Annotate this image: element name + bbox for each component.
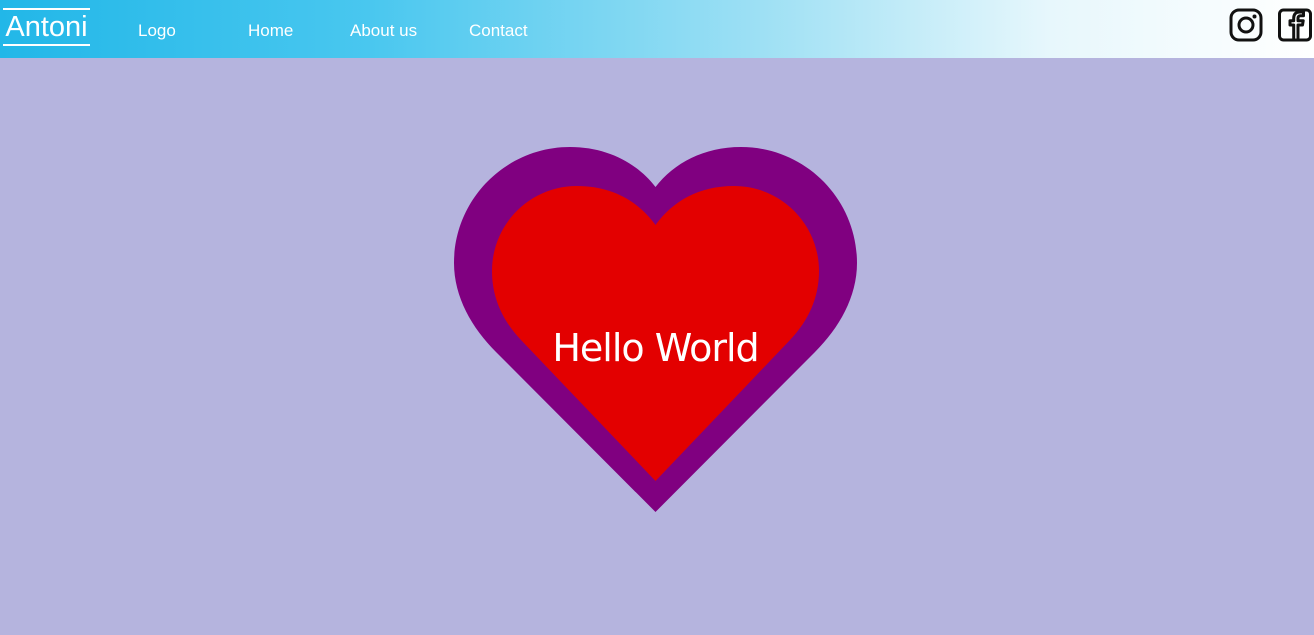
nav-link-home[interactable]: Home <box>248 20 293 42</box>
hero-section: Hello World <box>0 58 1314 635</box>
facebook-icon[interactable] <box>1277 7 1313 43</box>
top-navbar: Antoni Logo Home About us Contact <box>0 0 1314 58</box>
instagram-icon[interactable] <box>1228 7 1264 43</box>
nav-link-logo[interactable]: Logo <box>138 20 176 42</box>
brand-logo[interactable]: Antoni <box>3 8 90 46</box>
nav-link-about-us[interactable]: About us <box>350 20 417 42</box>
hero-headline: Hello World <box>552 326 759 370</box>
nav-link-contact[interactable]: Contact <box>469 20 528 42</box>
